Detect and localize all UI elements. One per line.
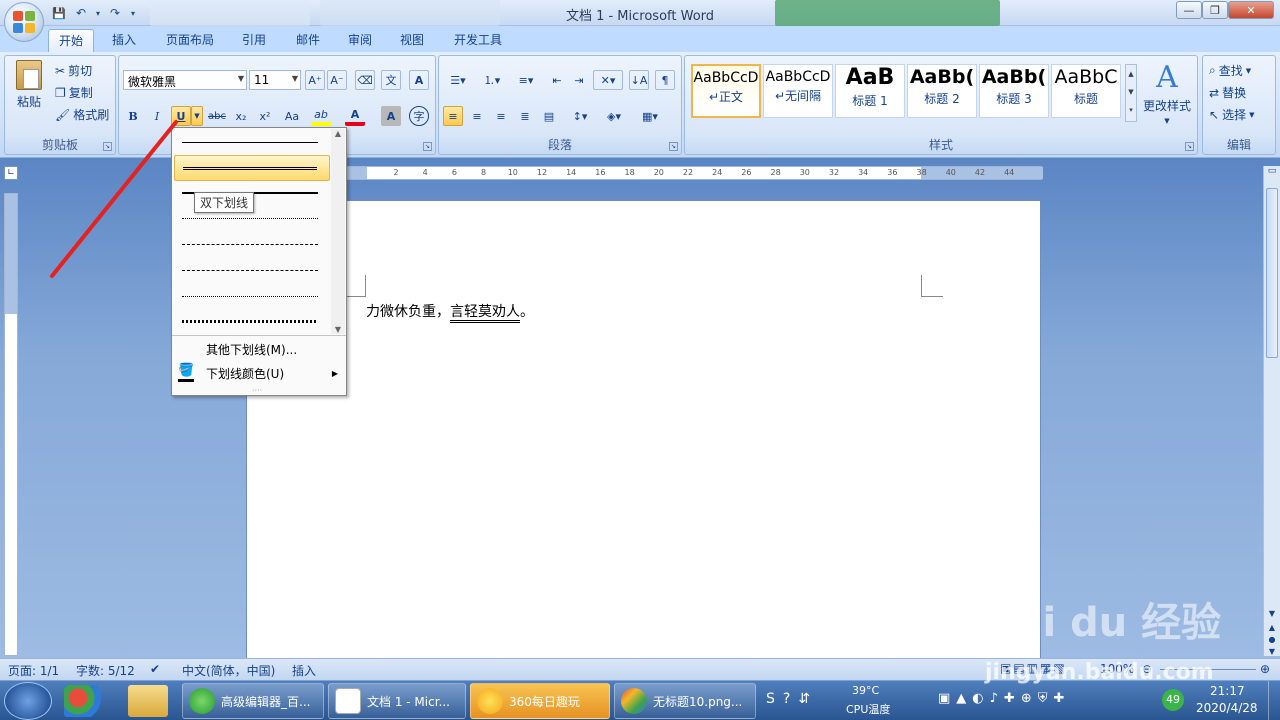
annotation-arrow xyxy=(50,120,178,278)
